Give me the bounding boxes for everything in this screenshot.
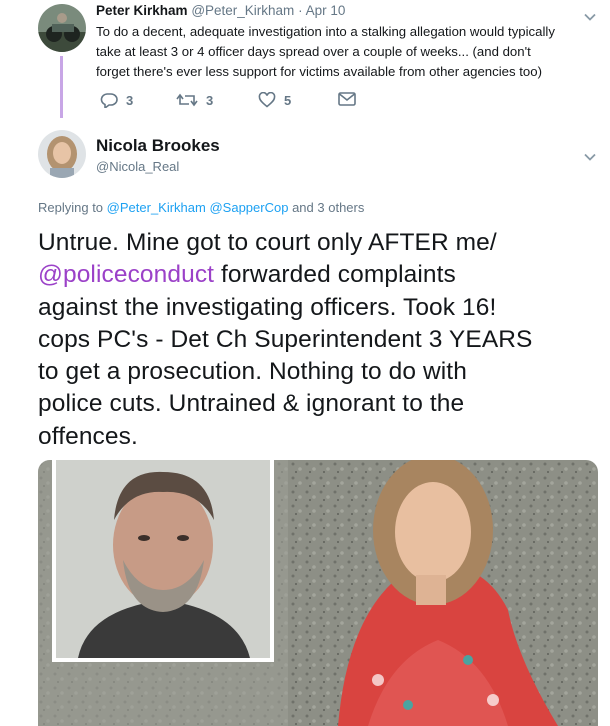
text-line: @policeconduct forwarded complaints <box>38 259 533 291</box>
envelope-icon <box>338 92 356 106</box>
reply-button[interactable]: 3 <box>100 92 133 108</box>
retweet-icon <box>176 93 198 107</box>
avatar[interactable] <box>38 130 86 178</box>
retweet-button[interactable]: 3 <box>176 92 213 108</box>
tweet-date[interactable]: Apr 10 <box>306 3 346 18</box>
replying-prefix: Replying to <box>38 200 104 215</box>
text-line: offences. <box>38 422 138 450</box>
text-line: to get a prosecution. Nothing to do with <box>38 358 467 386</box>
mention-link[interactable]: @Peter_Kirkham <box>107 200 206 215</box>
reply-tweet[interactable]: Peter Kirkham @Peter_Kirkham · Apr 10 To… <box>0 0 610 118</box>
text-segment: forwarded complaints <box>214 261 456 289</box>
author-handle[interactable]: @Nicola_Real <box>96 159 220 174</box>
chevron-down-icon <box>584 13 596 21</box>
chevron-down-icon <box>584 153 596 161</box>
tweet-text: To do a decent, adequate investigation i… <box>96 22 555 82</box>
text-line: police cuts. Untrained & ignorant to the <box>38 390 465 418</box>
text-line: forget there's ever less support for vic… <box>96 64 542 79</box>
more-options-button[interactable] <box>583 150 597 169</box>
author-handle[interactable]: @Peter_Kirkham <box>191 3 294 18</box>
like-button[interactable]: 5 <box>258 92 291 108</box>
text-line: against the investigating officers. Took… <box>38 293 497 321</box>
like-count: 5 <box>284 92 292 108</box>
replying-suffix[interactable]: and 3 others <box>292 200 364 215</box>
reply-icon <box>100 93 118 108</box>
text-line: To do a decent, adequate investigation i… <box>96 24 555 39</box>
author-name[interactable]: Peter Kirkham <box>96 3 188 18</box>
heart-icon <box>258 92 276 108</box>
reply-count: 3 <box>126 92 134 108</box>
mention-link[interactable]: @SapperCop <box>209 200 288 215</box>
separator: · <box>298 3 303 18</box>
mention-link[interactable]: @policeconduct <box>38 261 214 288</box>
text-line: Untrue. Mine got to court only AFTER me/ <box>38 229 497 256</box>
text-line: take at least 3 or 4 officer days spread… <box>96 44 531 59</box>
tweet-text: Untrue. Mine got to court only AFTER me/… <box>38 227 533 453</box>
mugshot-photo <box>52 460 274 662</box>
thread-line <box>60 56 63 118</box>
author-name[interactable]: Nicola Brookes <box>96 136 220 156</box>
text-line: cops PC's - Det Ch Superintendent 3 YEAR… <box>38 325 533 353</box>
message-button[interactable] <box>338 92 356 106</box>
replying-to: Replying to @Peter_Kirkham @SapperCop an… <box>38 200 364 215</box>
main-tweet: Nicola Brookes @Nicola_Real Replying to … <box>0 120 610 726</box>
avatar[interactable] <box>38 4 86 52</box>
more-options-button[interactable] <box>583 10 597 29</box>
tweet-media[interactable] <box>38 460 598 726</box>
retweet-count: 3 <box>206 92 214 108</box>
